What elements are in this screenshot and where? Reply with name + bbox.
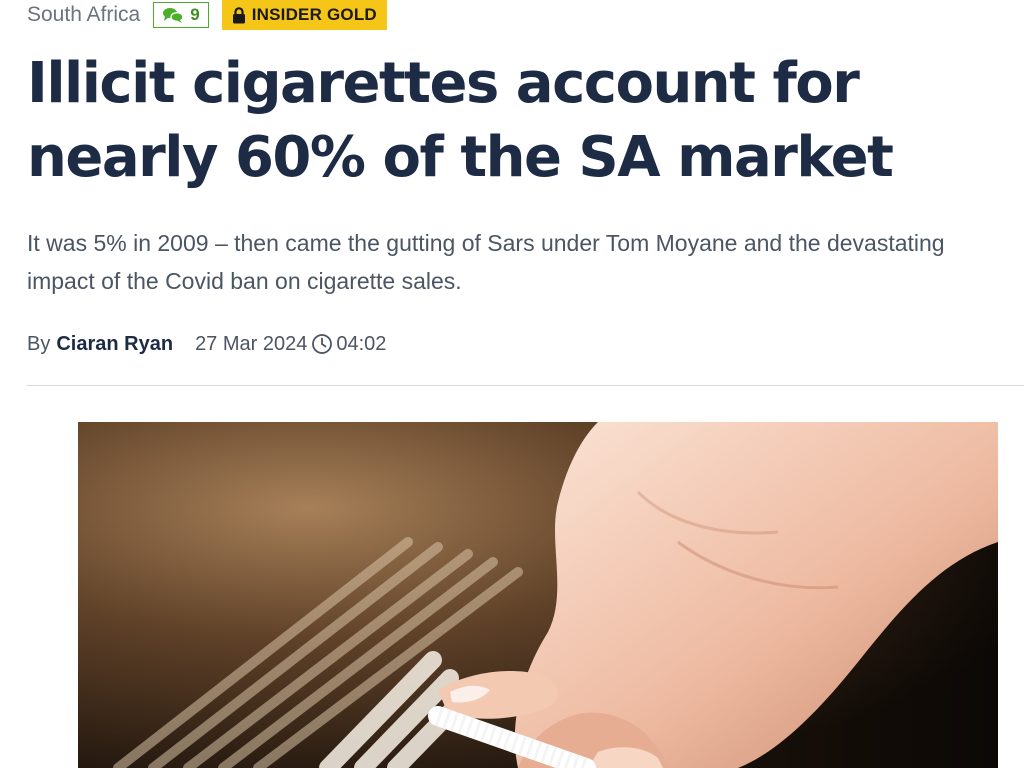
hero-image [78, 422, 998, 768]
article-standfirst: It was 5% in 2009 – then came the guttin… [27, 230, 945, 294]
comments-icon [163, 8, 184, 23]
lock-icon [232, 6, 245, 23]
clock-icon [312, 334, 333, 354]
article-page: South Africa 9 INSIDER GOLD Illicit ciga… [0, 0, 1024, 768]
article-headline: Illicit cigarettes account for nearly 60… [27, 51, 894, 190]
publish-time: 04:02 [336, 332, 387, 355]
category-link[interactable]: South Africa [27, 0, 140, 30]
byline-prefix: By [27, 332, 51, 355]
comments-button[interactable]: 9 [153, 2, 209, 28]
article-meta-row: South Africa 9 INSIDER GOLD [27, 0, 387, 30]
comment-count: 9 [190, 5, 200, 24]
badge-label: INSIDER GOLD [251, 5, 377, 24]
header-divider [27, 385, 1024, 386]
insider-gold-badge[interactable]: INSIDER GOLD [221, 0, 387, 30]
byline: By Ciaran Ryan 27 Mar 2024 04:02 [27, 328, 386, 360]
publish-date: 27 Mar 2024 [195, 332, 308, 355]
author-link[interactable]: Ciaran Ryan [56, 333, 173, 356]
